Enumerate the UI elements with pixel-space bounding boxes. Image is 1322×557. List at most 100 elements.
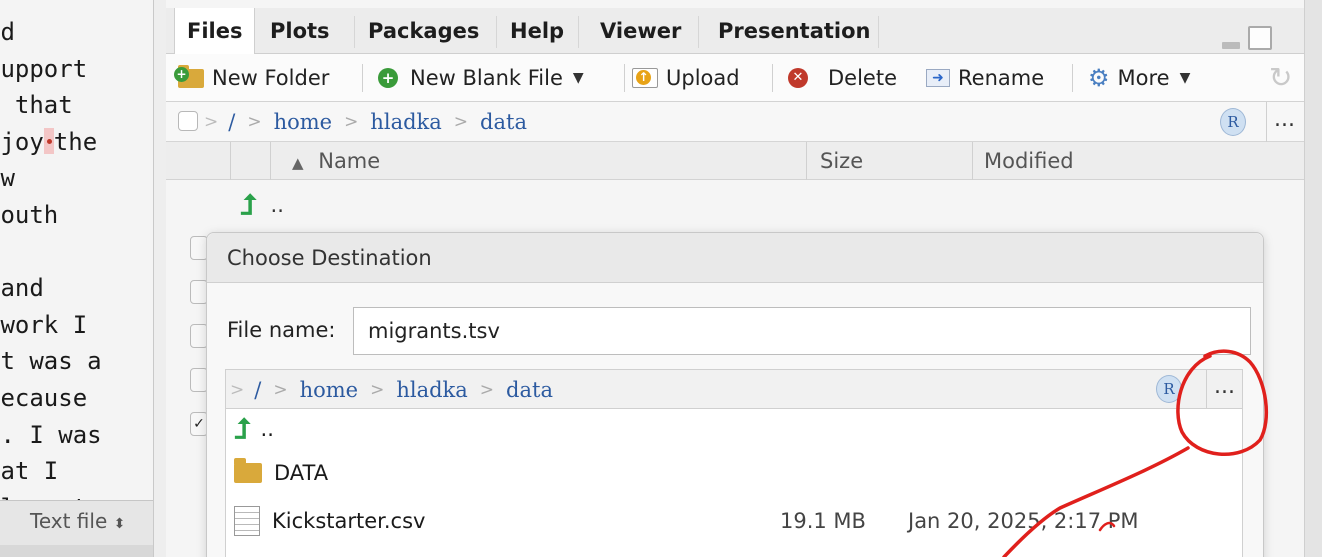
tab-separator [578, 16, 579, 48]
list-item[interactable]: DATA [226, 453, 1242, 493]
breadcrumb: > / > home > hladka > data [204, 102, 527, 142]
dialog-breadcrumb-root[interactable]: / [254, 378, 261, 402]
dialog-breadcrumb-data[interactable]: data [506, 378, 553, 402]
editor-line: e that [0, 91, 73, 120]
breadcrumb-hladka[interactable]: hladka [370, 110, 441, 134]
chevron-down-icon: ▼ [572, 70, 584, 86]
whitespace-marker [43, 127, 54, 154]
editor-line: od [0, 18, 15, 46]
delete-label: Delete [828, 66, 897, 90]
dialog-breadcrumb-bar: > / > home > hladka > data R ... [225, 369, 1243, 409]
name-column-label: Name [318, 149, 381, 173]
editor-line: njoythe [0, 124, 153, 161]
column-divider [972, 142, 973, 180]
list-item-size: 19.1 MB [780, 509, 866, 533]
minimize-icon[interactable] [1222, 42, 1240, 49]
list-item[interactable]: ⮥ .. [226, 409, 1242, 449]
chevron-right-icon: > [247, 112, 262, 132]
gear-icon: ⚙ [1088, 64, 1110, 92]
sort-ascending-icon: ▲ [292, 154, 304, 172]
list-item-modified: Jan 20, 2025, 2:17 PM [908, 509, 1139, 533]
more-button[interactable]: ⚙ More ▼ [1088, 54, 1190, 102]
editor-line: support [0, 54, 88, 83]
dialog-breadcrumb-home[interactable]: home [300, 378, 359, 402]
files-toolbar: + New Folder + New Blank File ▼ ↑ Upload… [166, 54, 1304, 102]
file-name-input[interactable] [353, 307, 1251, 355]
file-list-header: ▲ Name Size Modified [166, 142, 1304, 180]
more-label: More [1117, 66, 1170, 90]
chevron-right-icon: > [453, 112, 469, 132]
breadcrumb-data[interactable]: data [480, 110, 527, 134]
up-arrow-icon: ⮥ [240, 188, 257, 221]
editor-line: I [0, 234, 153, 271]
editor-line: because [0, 383, 88, 412]
r-project-icon[interactable]: R [1156, 375, 1182, 403]
editor-line: hat I [0, 457, 59, 486]
size-column-header[interactable]: Size [820, 142, 863, 180]
list-item[interactable]: Kickstarter.csv 19.1 MB Jan 20, 2025, 2:… [226, 501, 1242, 541]
editor-line: ew [0, 164, 15, 193]
dialog-file-list: ⮥ .. DATA Kickstarter.csv 19.1 MB Jan 20… [225, 409, 1243, 557]
editor-lines: od support e that njoythe ew South I and… [0, 14, 153, 526]
editor-line: work I [0, 310, 88, 339]
maximize-icon[interactable] [1248, 26, 1272, 50]
tab-plots[interactable]: Plots [258, 8, 342, 54]
toolbar-separator [772, 64, 773, 92]
editor-line: It was a [0, 347, 102, 376]
name-column-header[interactable]: ▲ Name [292, 142, 380, 180]
tab-help[interactable]: Help [498, 8, 576, 54]
refresh-icon[interactable]: ↻ [1269, 64, 1292, 92]
editor-line: r. I was [0, 420, 102, 449]
add-circle-icon: + [378, 68, 398, 88]
toolbar-separator [1072, 64, 1073, 92]
column-divider [806, 142, 807, 180]
editor-text: the [53, 127, 98, 156]
list-item-name: Kickstarter.csv [272, 509, 426, 533]
dialog-breadcrumb-hladka[interactable]: hladka [396, 378, 467, 402]
breadcrumb-home[interactable]: home [274, 110, 333, 134]
chevron-right-icon: > [273, 380, 288, 400]
dialog-breadcrumb: > / > home > hladka > data [230, 370, 553, 410]
toolbar-separator [624, 64, 625, 92]
editor-line: and [0, 274, 44, 303]
source-editor[interactable]: od support e that njoythe ew South I and… [0, 0, 154, 557]
editor-bottom-panel [0, 545, 153, 557]
new-blank-file-label: New Blank File [410, 66, 563, 90]
rename-button[interactable]: ➜ Rename [926, 54, 1044, 102]
rename-icon: ➜ [926, 69, 950, 87]
chevron-right-icon: > [479, 380, 495, 400]
go-to-directory-button[interactable]: ... [1206, 369, 1242, 409]
select-all-checkbox[interactable] [178, 111, 198, 131]
select-arrows-icon: ⬍ [113, 516, 126, 532]
tab-viewer[interactable]: Viewer [588, 8, 693, 54]
chevron-down-icon: ▼ [1179, 70, 1191, 86]
upload-button[interactable]: ↑ Upload [632, 54, 740, 102]
file-name-label: File name: [227, 318, 336, 342]
upload-icon: ↑ [632, 68, 658, 88]
dialog-title: Choose Destination [207, 233, 1263, 283]
chevron-right-icon: > [204, 112, 219, 132]
list-item-name: DATA [274, 461, 329, 485]
rename-label: Rename [958, 66, 1045, 90]
spreadsheet-file-icon [234, 506, 260, 536]
folder-add-icon: + [174, 64, 204, 88]
upload-label: Upload [666, 66, 740, 90]
tab-presentation[interactable]: Presentation [706, 8, 883, 54]
r-project-icon[interactable]: R [1220, 108, 1246, 136]
chevron-right-icon: > [230, 380, 245, 400]
tab-files[interactable]: Files [174, 8, 256, 55]
new-folder-button[interactable]: + New Folder [174, 54, 330, 102]
breadcrumb-root[interactable]: / [228, 110, 235, 134]
new-folder-label: New Folder [212, 66, 330, 90]
parent-directory-row[interactable]: ⮥ .. [240, 186, 284, 224]
toolbar-separator [362, 64, 363, 92]
chevron-right-icon: > [344, 112, 359, 132]
file-type-select[interactable]: Text file ⬍ [30, 509, 125, 533]
file-type-label: Text file [30, 509, 108, 533]
tab-packages[interactable]: Packages [356, 8, 491, 54]
delete-button[interactable]: ✕ Delete [788, 54, 897, 102]
modified-column-header[interactable]: Modified [984, 142, 1074, 180]
new-blank-file-button[interactable]: + New Blank File ▼ [378, 54, 584, 102]
go-to-directory-button[interactable]: ... [1266, 102, 1302, 142]
folder-icon [234, 458, 262, 483]
